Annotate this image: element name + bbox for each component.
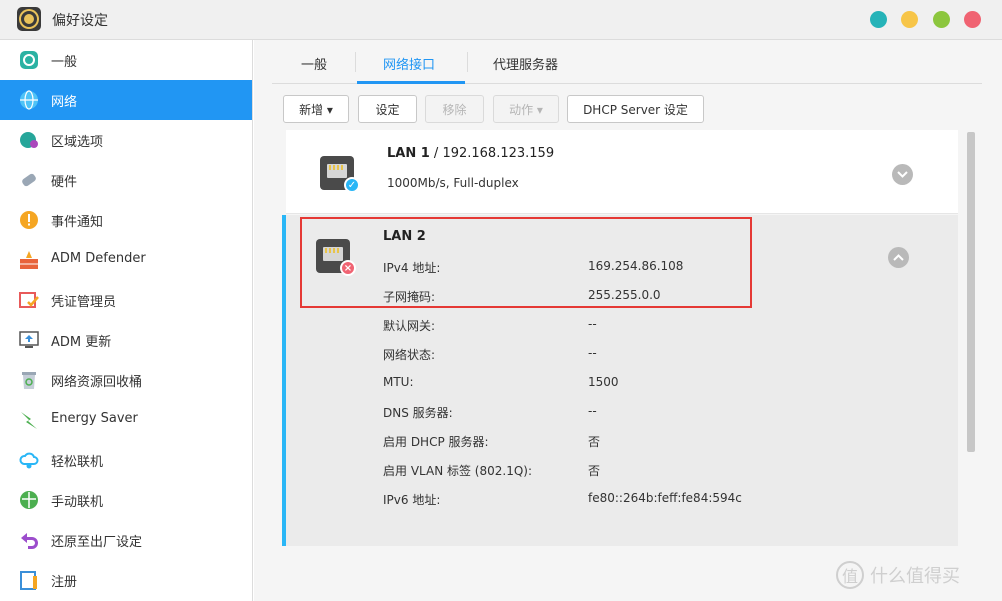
title-bar: 偏好设定 [0, 0, 1002, 40]
sidebar-item-label: 事件通知 [51, 215, 104, 230]
sidebar-item-label: 轻松联机 [51, 455, 104, 470]
sidebar-item-label: ADM 更新 [51, 335, 112, 350]
sidebar-item-label: 还原至出厂设定 [51, 535, 143, 550]
sidebar-item-label: 区域选项 [51, 135, 104, 150]
sidebar-item-label: 网络资源回收桶 [51, 375, 143, 390]
sidebar-item-region[interactable]: 区域选项 [0, 120, 252, 160]
chevron-down-icon[interactable] [892, 164, 913, 185]
remove-button[interactable]: 移除 [425, 95, 484, 123]
scrollbar[interactable] [967, 132, 975, 452]
detail-label: 默认网关: [383, 319, 436, 333]
hardware-icon [22, 173, 36, 187]
sidebar-item-label: 注册 [51, 575, 78, 590]
sidebar-item-register[interactable]: 注册 [0, 560, 252, 600]
sidebar-item-label: 手动联机 [51, 495, 104, 510]
register-icon [20, 571, 37, 590]
sidebar-item-label: 网络 [51, 95, 78, 110]
sidebar-item-label: 凭证管理员 [51, 295, 117, 310]
recycle-bin-icon [22, 372, 36, 389]
sidebar: 一般 网络 区域选项 硬件 事件通知 ADM Defender 凭证管理员 AD… [0, 40, 253, 601]
sidebar-item-label: 硬件 [51, 175, 78, 190]
minimize-button[interactable] [901, 11, 918, 28]
interface-row-lan1[interactable]: ✓ LAN 1 / 192.168.123.159 1000Mb/s, Full… [286, 130, 958, 214]
notification-icon [20, 211, 38, 229]
detail-value: -- [588, 404, 597, 418]
interface-speed: 1000Mb/s, Full-duplex [387, 176, 519, 190]
tab-network-interface[interactable]: 网络接口 [383, 54, 435, 84]
update-icon [19, 331, 39, 348]
sidebar-item-update[interactable]: ADM 更新 [0, 320, 252, 360]
detail-label: 启用 VLAN 标签 (802.1Q): [383, 464, 533, 478]
interface-list: ✓ LAN 1 / 192.168.123.159 1000Mb/s, Full… [282, 130, 958, 546]
tab-proxy-server[interactable]: 代理服务器 [493, 54, 558, 84]
sidebar-item-restore[interactable]: 还原至出厂设定 [0, 520, 252, 560]
sidebar-item-label: Energy Saver [51, 411, 138, 426]
sidebar-item-notification[interactable]: 事件通知 [0, 200, 252, 240]
tab-general[interactable]: 一般 [301, 54, 327, 84]
watermark: 值 什么值得买 [836, 561, 960, 589]
sidebar-item-label: 一般 [51, 55, 78, 70]
detail-label: 启用 DHCP 服务器: [383, 435, 489, 449]
sidebar-item-energy-saver[interactable]: Energy Saver [0, 400, 252, 440]
settings-button[interactable]: 设定 [358, 95, 417, 123]
detail-label: IPv6 地址: [383, 493, 441, 507]
interface-title: LAN 1 / 192.168.123.159 [387, 146, 555, 161]
sidebar-item-general[interactable]: 一般 [0, 40, 252, 80]
window-title: 偏好设定 [52, 13, 108, 29]
dhcp-server-settings-button[interactable]: DHCP Server 设定 [567, 95, 704, 123]
settings-app-icon [17, 7, 41, 31]
region-icon [20, 132, 38, 148]
sidebar-item-hardware[interactable]: 硬件 [0, 160, 252, 200]
sidebar-item-cloud-connect[interactable]: 轻松联机 [0, 440, 252, 480]
red-highlight-box [300, 217, 752, 308]
tab-bar: 一般 网络接口 代理服务器 [272, 40, 982, 84]
detail-label: DNS 服务器: [383, 406, 453, 420]
tab-divider [467, 52, 468, 72]
detail-value: 1500 [588, 375, 619, 389]
detail-value: -- [588, 317, 597, 331]
detail-value: -- [588, 346, 597, 360]
general-icon [20, 51, 38, 69]
add-dropdown-button[interactable]: 新增 ▾ [283, 95, 349, 123]
chevron-up-icon[interactable] [888, 247, 909, 268]
manual-connect-icon [20, 491, 38, 509]
main-panel: 一般 网络接口 代理服务器 新增 ▾ 设定 移除 动作 ▾ DHCP Serve… [254, 40, 1002, 601]
restore-icon [21, 533, 38, 549]
teal-window-button[interactable] [870, 11, 887, 28]
preferences-window: 偏好设定 一般 网络 区域选项 硬件 事件通知 ADM Defender 凭证管… [0, 0, 1002, 601]
cloud-connect-icon [19, 452, 39, 469]
sidebar-item-manual-connect[interactable]: 手动联机 [0, 480, 252, 520]
energy-icon [21, 412, 37, 429]
certificate-icon [19, 292, 39, 308]
action-dropdown-button[interactable]: 动作 ▾ [493, 95, 559, 123]
detail-value: fe80::264b:feff:fe84:594c [588, 491, 742, 505]
detail-label: MTU: [383, 375, 414, 389]
defender-icon [20, 251, 38, 269]
detail-label: 网络状态: [383, 348, 436, 362]
maximize-button[interactable] [933, 11, 950, 28]
sidebar-item-certificate[interactable]: 凭证管理员 [0, 280, 252, 320]
connected-check-icon: ✓ [344, 177, 360, 193]
active-tab-indicator [357, 81, 465, 84]
detail-value: 否 [588, 435, 601, 449]
tab-divider [355, 52, 356, 72]
watermark-text: 什么值得买 [870, 566, 960, 587]
sidebar-item-network[interactable]: 网络 [0, 80, 252, 120]
globe-icon [20, 90, 38, 110]
close-button[interactable] [964, 11, 981, 28]
watermark-logo-icon: 值 [836, 561, 864, 589]
detail-value: 否 [588, 464, 601, 478]
sidebar-item-label: ADM Defender [51, 251, 146, 266]
sidebar-item-recycle-bin[interactable]: 网络资源回收桶 [0, 360, 252, 400]
sidebar-item-defender[interactable]: ADM Defender [0, 240, 252, 280]
